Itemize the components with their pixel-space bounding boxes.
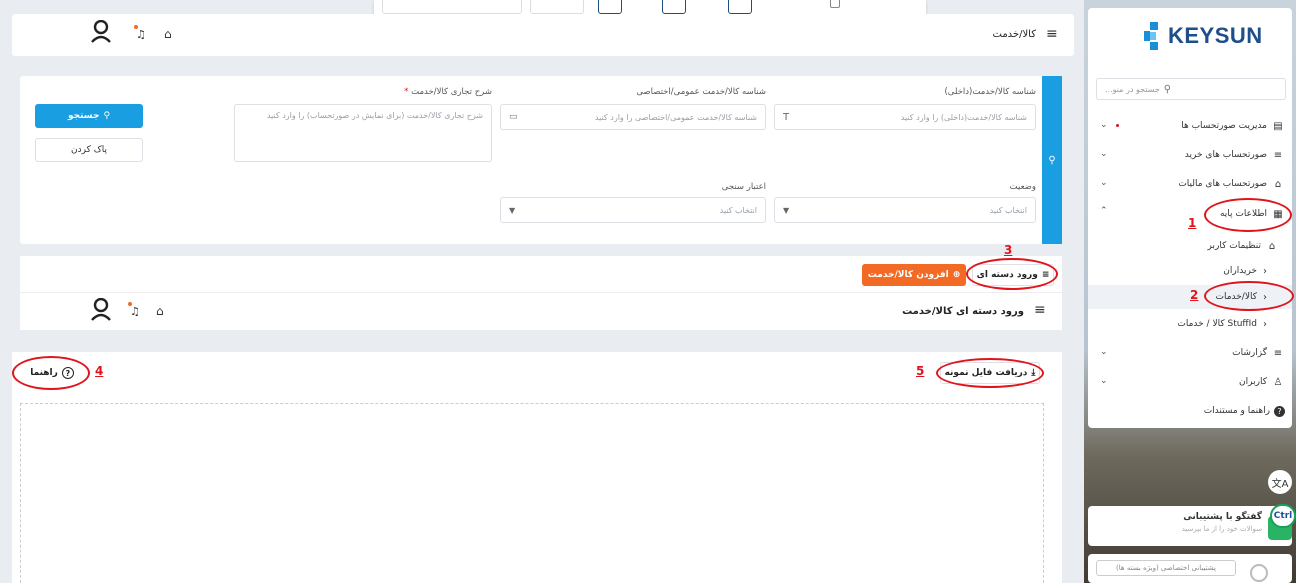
toolbar-button[interactable] [728, 0, 752, 14]
brand-name: KEYSUN [1168, 23, 1263, 48]
brand-logo: KEYSUN [1140, 22, 1263, 50]
sidebar-item-purchase-invoices[interactable]: ≡ صورتحساب های خرید [1095, 142, 1291, 168]
notification-dot [1116, 124, 1119, 127]
credit-check-label: اعتبار سنجی [721, 182, 766, 192]
chevron-down-icon[interactable]: ⌄ [1100, 149, 1108, 159]
clear-button[interactable]: پاک کردن [35, 138, 143, 162]
sidebar-item-user-settings[interactable]: ⌂ تنظیمات کاربر [1095, 233, 1291, 259]
caret-down-icon: ▼ [509, 205, 516, 215]
menu-toggle-icon[interactable]: ≡ [1034, 302, 1046, 318]
sidebar-search-input[interactable]: جستجو در منو... [1105, 85, 1160, 94]
sidebar-item-reports[interactable]: ≡ گزارشات [1095, 340, 1291, 366]
sidebar-item-tax-invoices[interactable]: ⌂ صورتحساب های مالیات [1095, 171, 1291, 197]
keysun-logo-icon [1144, 22, 1158, 50]
toolbar-field[interactable] [530, 0, 584, 14]
chevron-up-icon[interactable]: ⌃ [1100, 206, 1108, 216]
page-title: کالا/خدمت [992, 29, 1037, 40]
user-icon[interactable] [90, 297, 112, 325]
annotation-ellipse-1 [1204, 198, 1292, 232]
special-support-icon [1250, 564, 1268, 582]
sidebar-item-invoice-management[interactable]: ▤ مدیریت صورتحساب ها [1095, 113, 1291, 139]
search-icon: ⚲ [103, 111, 111, 121]
annotation-ellipse-3 [966, 258, 1058, 290]
home-icon[interactable]: ⌂ [164, 27, 172, 41]
text-icon: T [783, 111, 790, 123]
file-dropzone[interactable] [20, 403, 1044, 583]
description-label: شرح تجاری کالا/خدمت * [404, 87, 492, 97]
translate-icon: 文A [1271, 478, 1289, 490]
status-label: وضعیت [1009, 182, 1036, 192]
general-id-label: شناسه کالا/خدمت عمومی/اختصاصی [636, 87, 766, 97]
notification-dot [134, 25, 138, 29]
invoice-icon: ▤ [1273, 120, 1283, 132]
list-icon: ≡ [1273, 347, 1283, 359]
description-textarea[interactable]: شرح تجاری کالا/خدمت (برای نمایش در صورتح… [234, 104, 492, 162]
internal-id-label: شناسه کالا/خدمت(داخلی) [944, 87, 1036, 97]
add-item-button[interactable]: ⊕ افزودن کالا/خدمت [862, 264, 966, 286]
sidebar-search[interactable]: ⚲ جستجو در منو... [1096, 78, 1286, 100]
bell-icon[interactable]: ♫ [130, 305, 140, 318]
internal-id-input[interactable]: شناسه کالا/خدمت(داخلی) را وارد کنید T [774, 104, 1036, 130]
chevron-down-icon[interactable]: ⌄ [1100, 178, 1108, 188]
home-icon[interactable]: ⌂ [156, 304, 164, 318]
toolbar-button[interactable] [662, 0, 686, 14]
plus-circle-icon: ⊕ [952, 270, 961, 280]
bell-icon[interactable]: ♫ [136, 28, 146, 41]
ctrl-badge[interactable]: Ctrl [1270, 504, 1296, 528]
list-icon: ≡ [1273, 149, 1283, 161]
user-icon: ♙ [1273, 376, 1283, 388]
search-button[interactable]: ⚲ جستجو [35, 104, 143, 128]
help-circle-icon: ? [1274, 405, 1285, 417]
caret-down-icon: ▼ [783, 205, 790, 215]
annotation-ellipse-2 [1204, 281, 1294, 311]
annotation-number-2: 2 [1190, 288, 1199, 302]
home-icon: ⌂ [1268, 240, 1276, 252]
annotation-number-4: 4 [95, 364, 104, 378]
support-subtitle: سوالات خود را از ما بپرسید [1181, 525, 1262, 533]
special-support-label[interactable]: پشتیبانی اختصاصی (ویژه بسته ها) [1096, 560, 1236, 576]
credit-check-select[interactable]: انتخاب کنید ▼ [500, 197, 766, 223]
sidebar-item-users[interactable]: ♙ کاربران [1095, 369, 1291, 395]
sidebar-item-buyers[interactable]: ‹ خریداران [1095, 258, 1291, 284]
support-title: گفتگو با پشتیبانی [1183, 512, 1262, 522]
annotation-ellipse-5 [936, 358, 1044, 388]
user-icon[interactable] [90, 19, 112, 47]
menu-toggle-icon[interactable]: ≡ [1046, 26, 1058, 42]
sidebar-item-help-docs[interactable]: ? راهنما و مستندات [1095, 398, 1291, 424]
chevron-down-icon[interactable]: ⌄ [1100, 376, 1108, 386]
toolbar-button[interactable] [598, 0, 622, 14]
chevron-down-icon[interactable]: ⌄ [1100, 120, 1108, 130]
bulk-title: ورود دسته ای کالا/خدمت [902, 306, 1024, 317]
chevron-left-icon: ‹ [1263, 265, 1267, 277]
general-id-input[interactable]: شناسه کالا/خدمت عمومی/اختصاصی را وارد کن… [500, 104, 766, 130]
annotation-number-3: 3 [1004, 243, 1013, 257]
notification-dot [128, 302, 132, 306]
search-icon: ⚲ [1048, 154, 1056, 166]
status-select[interactable]: انتخاب کنید ▼ [774, 197, 1036, 223]
sidebar-item-stuffid[interactable]: ‹ StuffId کالا / خدمات [1095, 311, 1291, 337]
filter-side-tab[interactable]: ⚲ [1042, 76, 1062, 244]
annotation-ellipse-4 [12, 356, 90, 390]
toolbar-field[interactable] [382, 0, 522, 14]
support-chat-card[interactable]: گفتگو با پشتیبانی سوالات خود را از ما بپ… [1088, 506, 1292, 546]
annotation-number-1: 1 [1188, 216, 1197, 230]
search-icon: ⚲ [1163, 83, 1172, 95]
chevron-left-icon: ‹ [1263, 318, 1267, 330]
home-icon: ⌂ [1274, 178, 1282, 190]
toolbar-icon[interactable] [830, 0, 840, 8]
translate-button[interactable]: 文A [1268, 470, 1292, 494]
chevron-down-icon[interactable]: ⌄ [1100, 347, 1108, 357]
barcode-icon: ▭ [509, 112, 518, 122]
annotation-number-5: 5 [916, 364, 925, 378]
